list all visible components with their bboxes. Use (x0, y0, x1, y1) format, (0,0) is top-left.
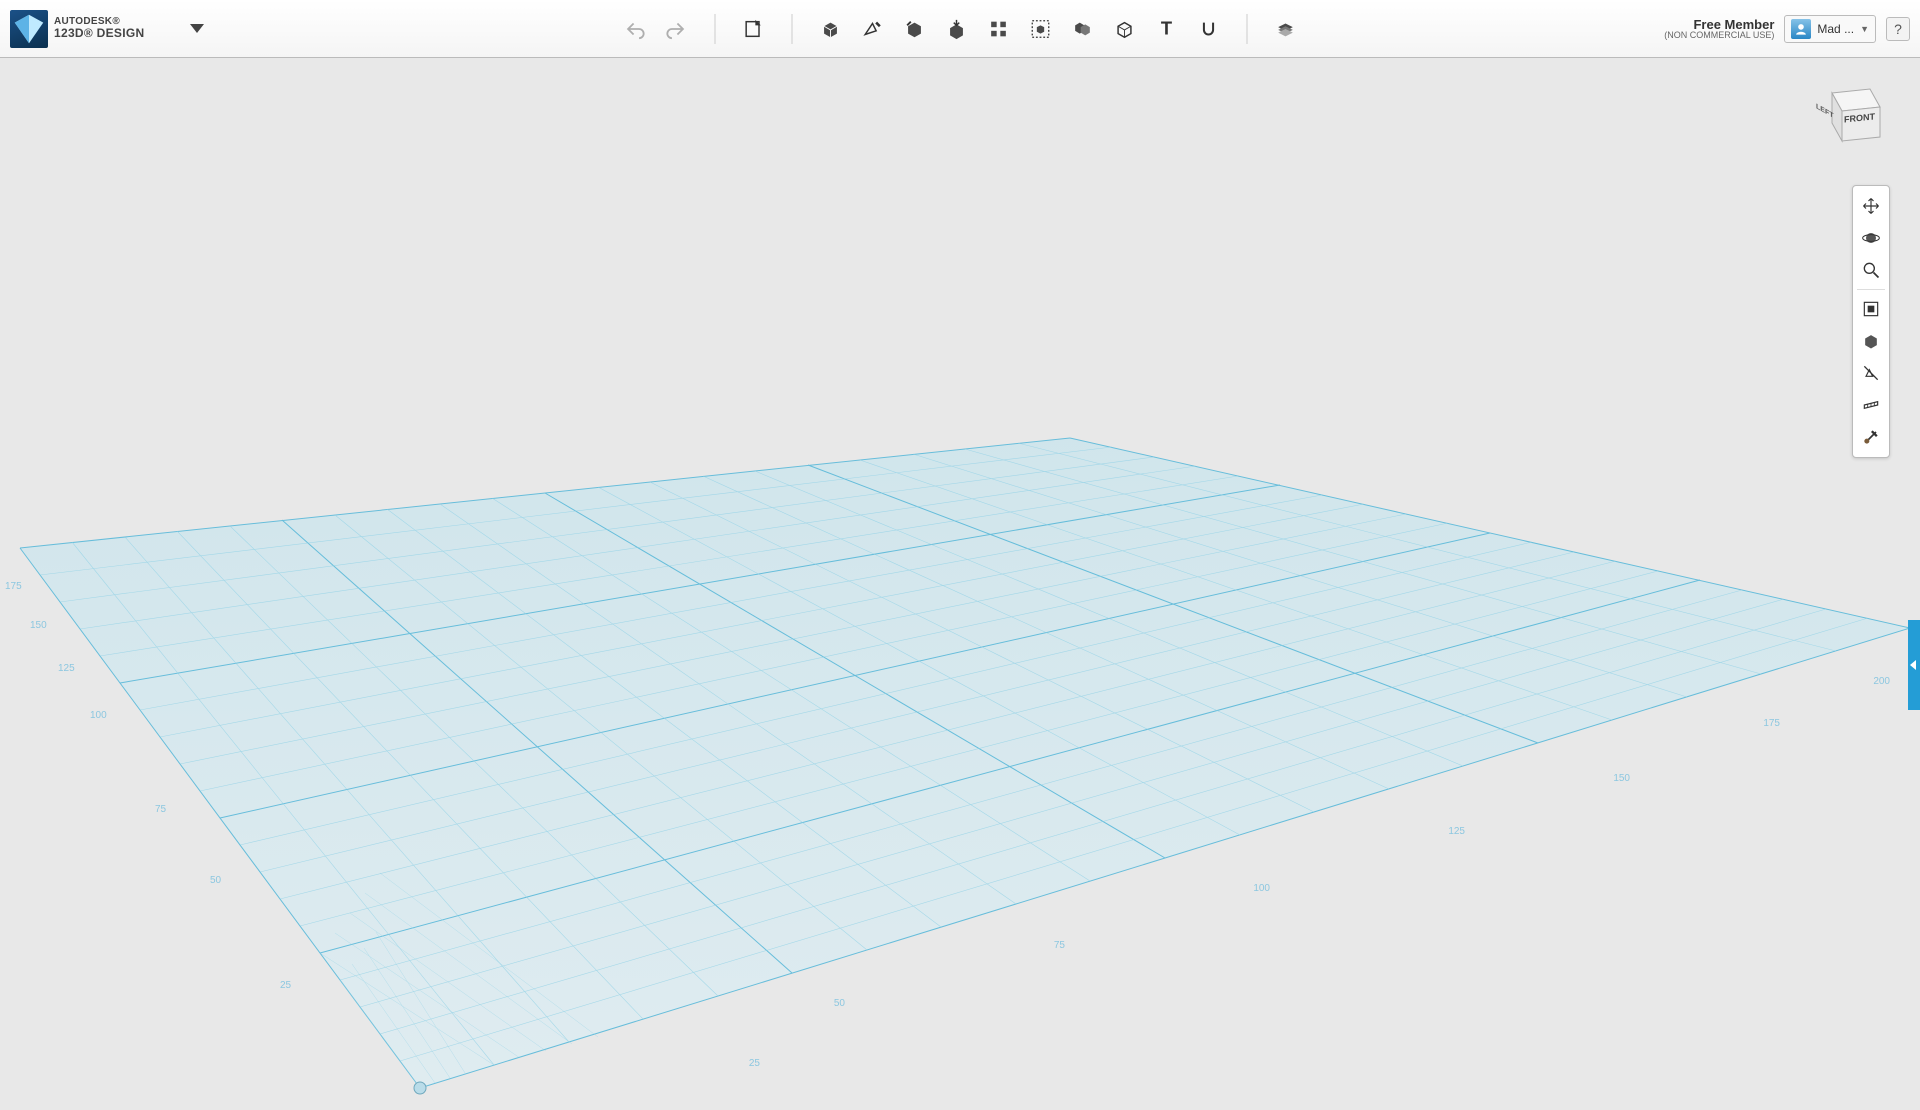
help-label: ? (1894, 21, 1902, 37)
grid-label: 200 (1873, 676, 1890, 687)
side-panel-handle[interactable] (1908, 620, 1920, 710)
navigation-toolbar (1852, 185, 1890, 458)
pattern-button[interactable] (981, 11, 1017, 47)
user-account-dropdown[interactable]: Mad ... ▼ (1784, 15, 1876, 43)
snap-button[interactable] (1191, 11, 1227, 47)
nav-separator (1857, 289, 1885, 290)
membership-status: Free Member (NON COMMERCIAL USE) (1664, 18, 1774, 40)
membership-note: (NON COMMERCIAL USE) (1664, 31, 1774, 40)
measure-button[interactable] (1107, 11, 1143, 47)
file-menu-dropdown[interactable] (190, 24, 204, 33)
toolbar-right: Free Member (NON COMMERCIAL USE) Mad ...… (1664, 15, 1910, 43)
grid-label: 125 (1448, 826, 1465, 837)
combine-button[interactable] (1065, 11, 1101, 47)
materials-button[interactable] (1268, 11, 1304, 47)
sketch-button[interactable] (855, 11, 891, 47)
svg-text:T: T (1161, 18, 1172, 39)
toggle-solid-button[interactable] (1853, 325, 1889, 357)
membership-tier: Free Member (1664, 18, 1774, 31)
grid-label: 50 (210, 875, 221, 886)
grid-plane (0, 58, 1920, 1110)
grid-label: 75 (1054, 940, 1065, 951)
help-button[interactable]: ? (1886, 17, 1910, 41)
toolbar-center: T (617, 11, 1304, 47)
grouping-button[interactable] (1023, 11, 1059, 47)
pan-button[interactable] (1853, 190, 1889, 222)
avatar-icon (1791, 19, 1811, 39)
undo-button[interactable] (617, 11, 653, 47)
orbit-button[interactable] (1853, 222, 1889, 254)
grid-label: 150 (1613, 773, 1630, 784)
app-logo-icon[interactable] (10, 10, 48, 48)
app-logo-text: AUTODESK® 123D® DESIGN (54, 16, 144, 40)
grid-label: 50 (834, 998, 845, 1009)
grid-label: 175 (5, 581, 22, 592)
grid-label: 75 (155, 804, 166, 815)
viewcube[interactable]: LEFT FRONT (1812, 75, 1890, 153)
grid-label: 100 (1253, 883, 1270, 894)
grid-label: 125 (58, 663, 75, 674)
user-name: Mad ... (1817, 22, 1854, 36)
toolbar-separator (1247, 14, 1248, 44)
insert-button[interactable] (736, 11, 772, 47)
app-name-line2: 123D® DESIGN (54, 27, 144, 40)
grid-label: 25 (280, 980, 291, 991)
main-toolbar: AUTODESK® 123D® DESIGN (0, 0, 1920, 58)
viewport-3d[interactable]: 175 150 125 100 75 50 25 200 175 150 125… (0, 58, 1920, 1110)
material-toggle-button[interactable] (1853, 421, 1889, 453)
toggle-sketch-button[interactable] (1853, 357, 1889, 389)
app-logo-block: AUTODESK® 123D® DESIGN (10, 10, 204, 48)
grid-label: 150 (30, 620, 47, 631)
chevron-down-icon: ▼ (1860, 24, 1869, 34)
fit-button[interactable] (1853, 293, 1889, 325)
construct-button[interactable] (897, 11, 933, 47)
toolbar-separator (792, 14, 793, 44)
text-button[interactable]: T (1149, 11, 1185, 47)
toggle-grid-button[interactable] (1853, 389, 1889, 421)
zoom-button[interactable] (1853, 254, 1889, 286)
toolbar-separator (715, 14, 716, 44)
grid-label: 175 (1763, 718, 1780, 729)
grid-label: 25 (749, 1058, 760, 1069)
modify-button[interactable] (939, 11, 975, 47)
primitives-button[interactable] (813, 11, 849, 47)
grid-label: 100 (90, 710, 107, 721)
redo-button[interactable] (659, 11, 695, 47)
